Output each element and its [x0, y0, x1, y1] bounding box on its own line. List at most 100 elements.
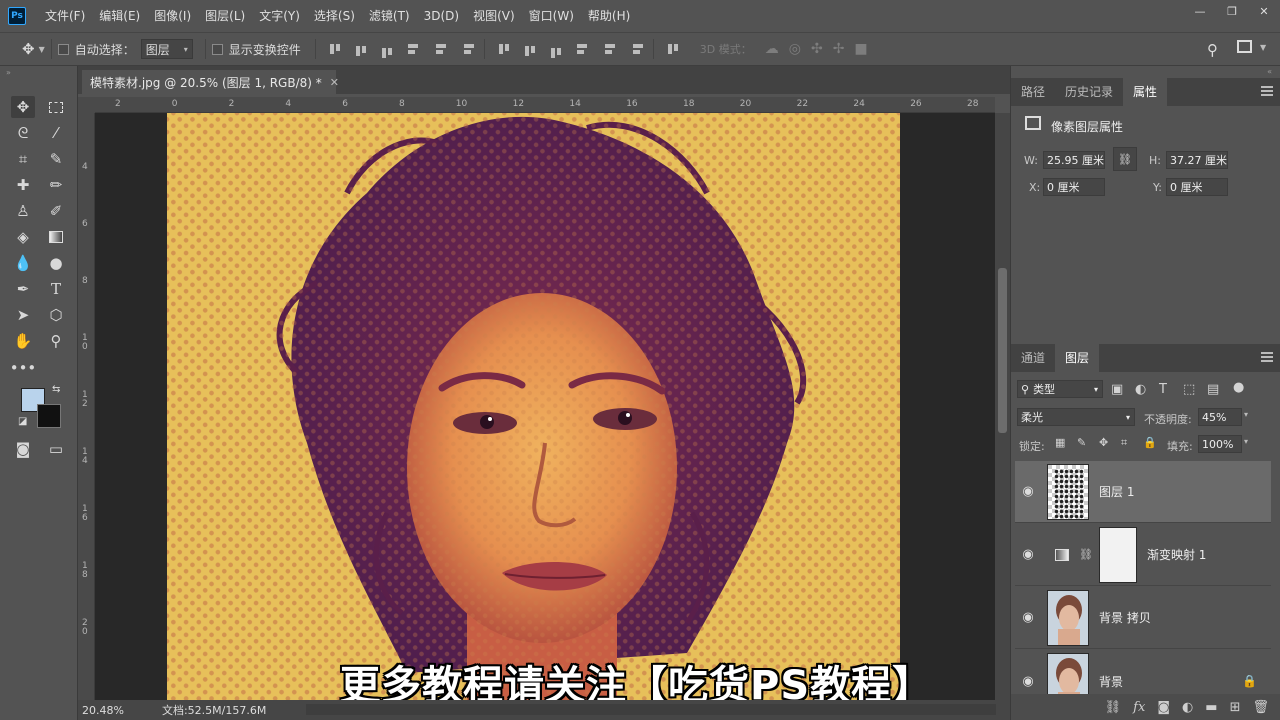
gradient-tool-icon[interactable] [44, 226, 68, 248]
visibility-eye-icon[interactable]: ◉ [1015, 484, 1041, 499]
move-tool-icon[interactable]: ✥ [11, 96, 35, 118]
close-icon[interactable]: ✕ [330, 76, 339, 89]
menu-3d[interactable]: 3D(D) [417, 0, 466, 32]
3d-pan-icon[interactable]: ✣ [811, 41, 823, 57]
crop-tool-icon[interactable]: ⌗ [11, 148, 35, 170]
history-brush-tool-icon[interactable]: ✐ [44, 200, 68, 222]
align-top-icon[interactable] [328, 42, 342, 56]
zoom-level[interactable]: 20.48% [82, 704, 124, 717]
visibility-eye-icon[interactable]: ◉ [1015, 610, 1041, 625]
chevron-down-icon[interactable]: ▾ [1244, 437, 1248, 446]
add-mask-icon[interactable]: ◙ [1157, 700, 1170, 715]
quick-mask-icon[interactable]: ◙ [11, 438, 35, 460]
blend-mode-dropdown[interactable]: 柔光 ▾ [1017, 408, 1135, 426]
new-layer-icon[interactable]: ⊞ [1230, 700, 1241, 715]
minimize-button[interactable]: — [1184, 0, 1216, 22]
panel-menu-icon[interactable] [1261, 352, 1273, 364]
menu-file[interactable]: 文件(F) [38, 0, 92, 32]
layer-row-background-copy[interactable]: ◉ 背景 拷贝 [1015, 587, 1271, 649]
filter-pixel-icon[interactable]: ▣ [1111, 382, 1123, 397]
menu-edit[interactable]: 编辑(E) [92, 0, 147, 32]
collapse-icon[interactable]: » [6, 68, 11, 77]
search-icon[interactable]: ⚲ [1207, 41, 1218, 59]
3d-slide-icon[interactable]: ✢ [833, 41, 845, 57]
chevron-down-icon[interactable]: ▾ [1244, 410, 1248, 419]
link-layers-icon[interactable]: ⛓ [1105, 700, 1122, 715]
scrollbar-thumb[interactable] [998, 268, 1007, 433]
lock-transparent-icon[interactable]: ▦ [1055, 436, 1065, 449]
tab-channels[interactable]: 通道 [1011, 344, 1055, 372]
align-bottom-icon[interactable] [380, 42, 394, 58]
filter-smart-object-icon[interactable]: ▤ [1207, 382, 1219, 397]
swap-colors-icon[interactable]: ⇆ [52, 384, 60, 395]
align-vcenter-icon[interactable] [354, 42, 368, 56]
document-tab[interactable]: 模特素材.jpg @ 20.5% (图层 1, RGB/8) * ✕ [82, 70, 339, 94]
layer-row-layer-1[interactable]: ◉ 图层 1 [1015, 461, 1271, 523]
y-field[interactable]: 0 厘米 [1166, 178, 1228, 196]
mask-link-icon[interactable]: ⛓ [1079, 548, 1093, 561]
document-info[interactable]: 文档:52.5M/157.6M [162, 702, 266, 718]
tab-properties[interactable]: 属性 [1123, 78, 1168, 106]
menu-filter[interactable]: 滤镜(T) [362, 0, 417, 32]
fill-field[interactable]: 100% [1198, 435, 1242, 453]
eraser-tool-icon[interactable]: ◈ [11, 226, 35, 248]
blur-tool-icon[interactable]: 💧 [11, 252, 35, 274]
distribute-left-icon[interactable] [575, 42, 589, 56]
menu-help[interactable]: 帮助(H) [581, 0, 637, 32]
marquee-tool-icon[interactable] [44, 96, 68, 118]
menu-image[interactable]: 图像(I) [147, 0, 198, 32]
vertical-scrollbar[interactable] [995, 113, 1010, 700]
brush-tool-icon[interactable]: ✏ [44, 174, 68, 196]
layer-mask-thumbnail[interactable] [1098, 526, 1137, 583]
magic-wand-tool-icon[interactable]: ⁄ [44, 122, 68, 144]
canvas-area[interactable]: 更多教程请关注【吃货PS教程】 [95, 113, 995, 700]
show-transform-checkbox[interactable] [211, 43, 223, 55]
filter-adjustment-icon[interactable]: ◐ [1135, 382, 1146, 397]
opacity-field[interactable]: 45% [1198, 408, 1242, 426]
shape-tool-icon[interactable]: ⬡ [44, 304, 68, 326]
filter-toggle-icon[interactable]: ● [1233, 380, 1244, 395]
move-tool-preset-icon[interactable]: ✥ [22, 40, 35, 58]
distribute-top-icon[interactable] [497, 42, 511, 56]
menu-layer[interactable]: 图层(L) [198, 0, 252, 32]
filter-shape-icon[interactable]: ⬚ [1183, 382, 1195, 397]
new-group-icon[interactable]: ▬ [1205, 700, 1217, 715]
preset-dropdown-icon[interactable]: ▼ [39, 45, 45, 54]
more-tools-icon[interactable]: ••• [10, 357, 37, 379]
3d-orbit-icon[interactable]: ☁ [765, 41, 779, 57]
path-selection-tool-icon[interactable]: ➤ [11, 304, 35, 326]
type-tool-icon[interactable]: T [44, 278, 68, 300]
hand-tool-icon[interactable]: ✋ [11, 330, 35, 352]
visibility-eye-icon[interactable]: ◉ [1015, 674, 1041, 689]
auto-select-dropdown[interactable]: 图层 ▾ [140, 39, 193, 59]
panel-menu-icon[interactable] [1261, 86, 1273, 98]
zoom-tool-icon[interactable]: ⚲ [44, 330, 68, 352]
menu-view[interactable]: 视图(V) [466, 0, 522, 32]
filter-type-icon[interactable]: T [1159, 382, 1167, 397]
layer-row-gradient-map-1[interactable]: ◉ ⛓ 渐变映射 1 [1015, 524, 1271, 586]
width-field[interactable]: 25.95 厘米 [1043, 151, 1105, 169]
align-left-icon[interactable] [406, 42, 420, 56]
lock-position-icon[interactable]: ✥ [1099, 436, 1108, 449]
dodge-tool-icon[interactable]: ● [44, 252, 68, 274]
default-colors-icon[interactable]: ◪ [18, 416, 27, 427]
horizontal-scrollbar[interactable] [306, 704, 996, 715]
distribute-vcenter-icon[interactable] [523, 42, 537, 56]
collapse-panels-icon[interactable]: « [1267, 67, 1272, 76]
layer-filter-dropdown[interactable]: ⚲ 类型 ▾ [1017, 380, 1103, 398]
screen-mode-icon[interactable]: ▭ [44, 438, 68, 460]
align-right-icon[interactable] [458, 42, 474, 56]
lock-artboard-icon[interactable]: ⌗ [1121, 436, 1127, 450]
distribute-right-icon[interactable] [627, 42, 643, 56]
menu-window[interactable]: 窗口(W) [522, 0, 581, 32]
x-field[interactable]: 0 厘米 [1043, 178, 1105, 196]
auto-align-icon[interactable] [666, 42, 680, 56]
eyedropper-tool-icon[interactable]: ✎ [44, 148, 68, 170]
pen-tool-icon[interactable]: ✒ [11, 278, 35, 300]
workspace-icon[interactable] [1237, 40, 1252, 53]
lock-pixels-icon[interactable]: ✎ [1077, 436, 1086, 449]
tab-layers[interactable]: 图层 [1055, 344, 1100, 372]
menu-type[interactable]: 文字(Y) [252, 0, 307, 32]
lock-all-icon[interactable]: 🔒 [1143, 436, 1157, 449]
menu-select[interactable]: 选择(S) [307, 0, 362, 32]
